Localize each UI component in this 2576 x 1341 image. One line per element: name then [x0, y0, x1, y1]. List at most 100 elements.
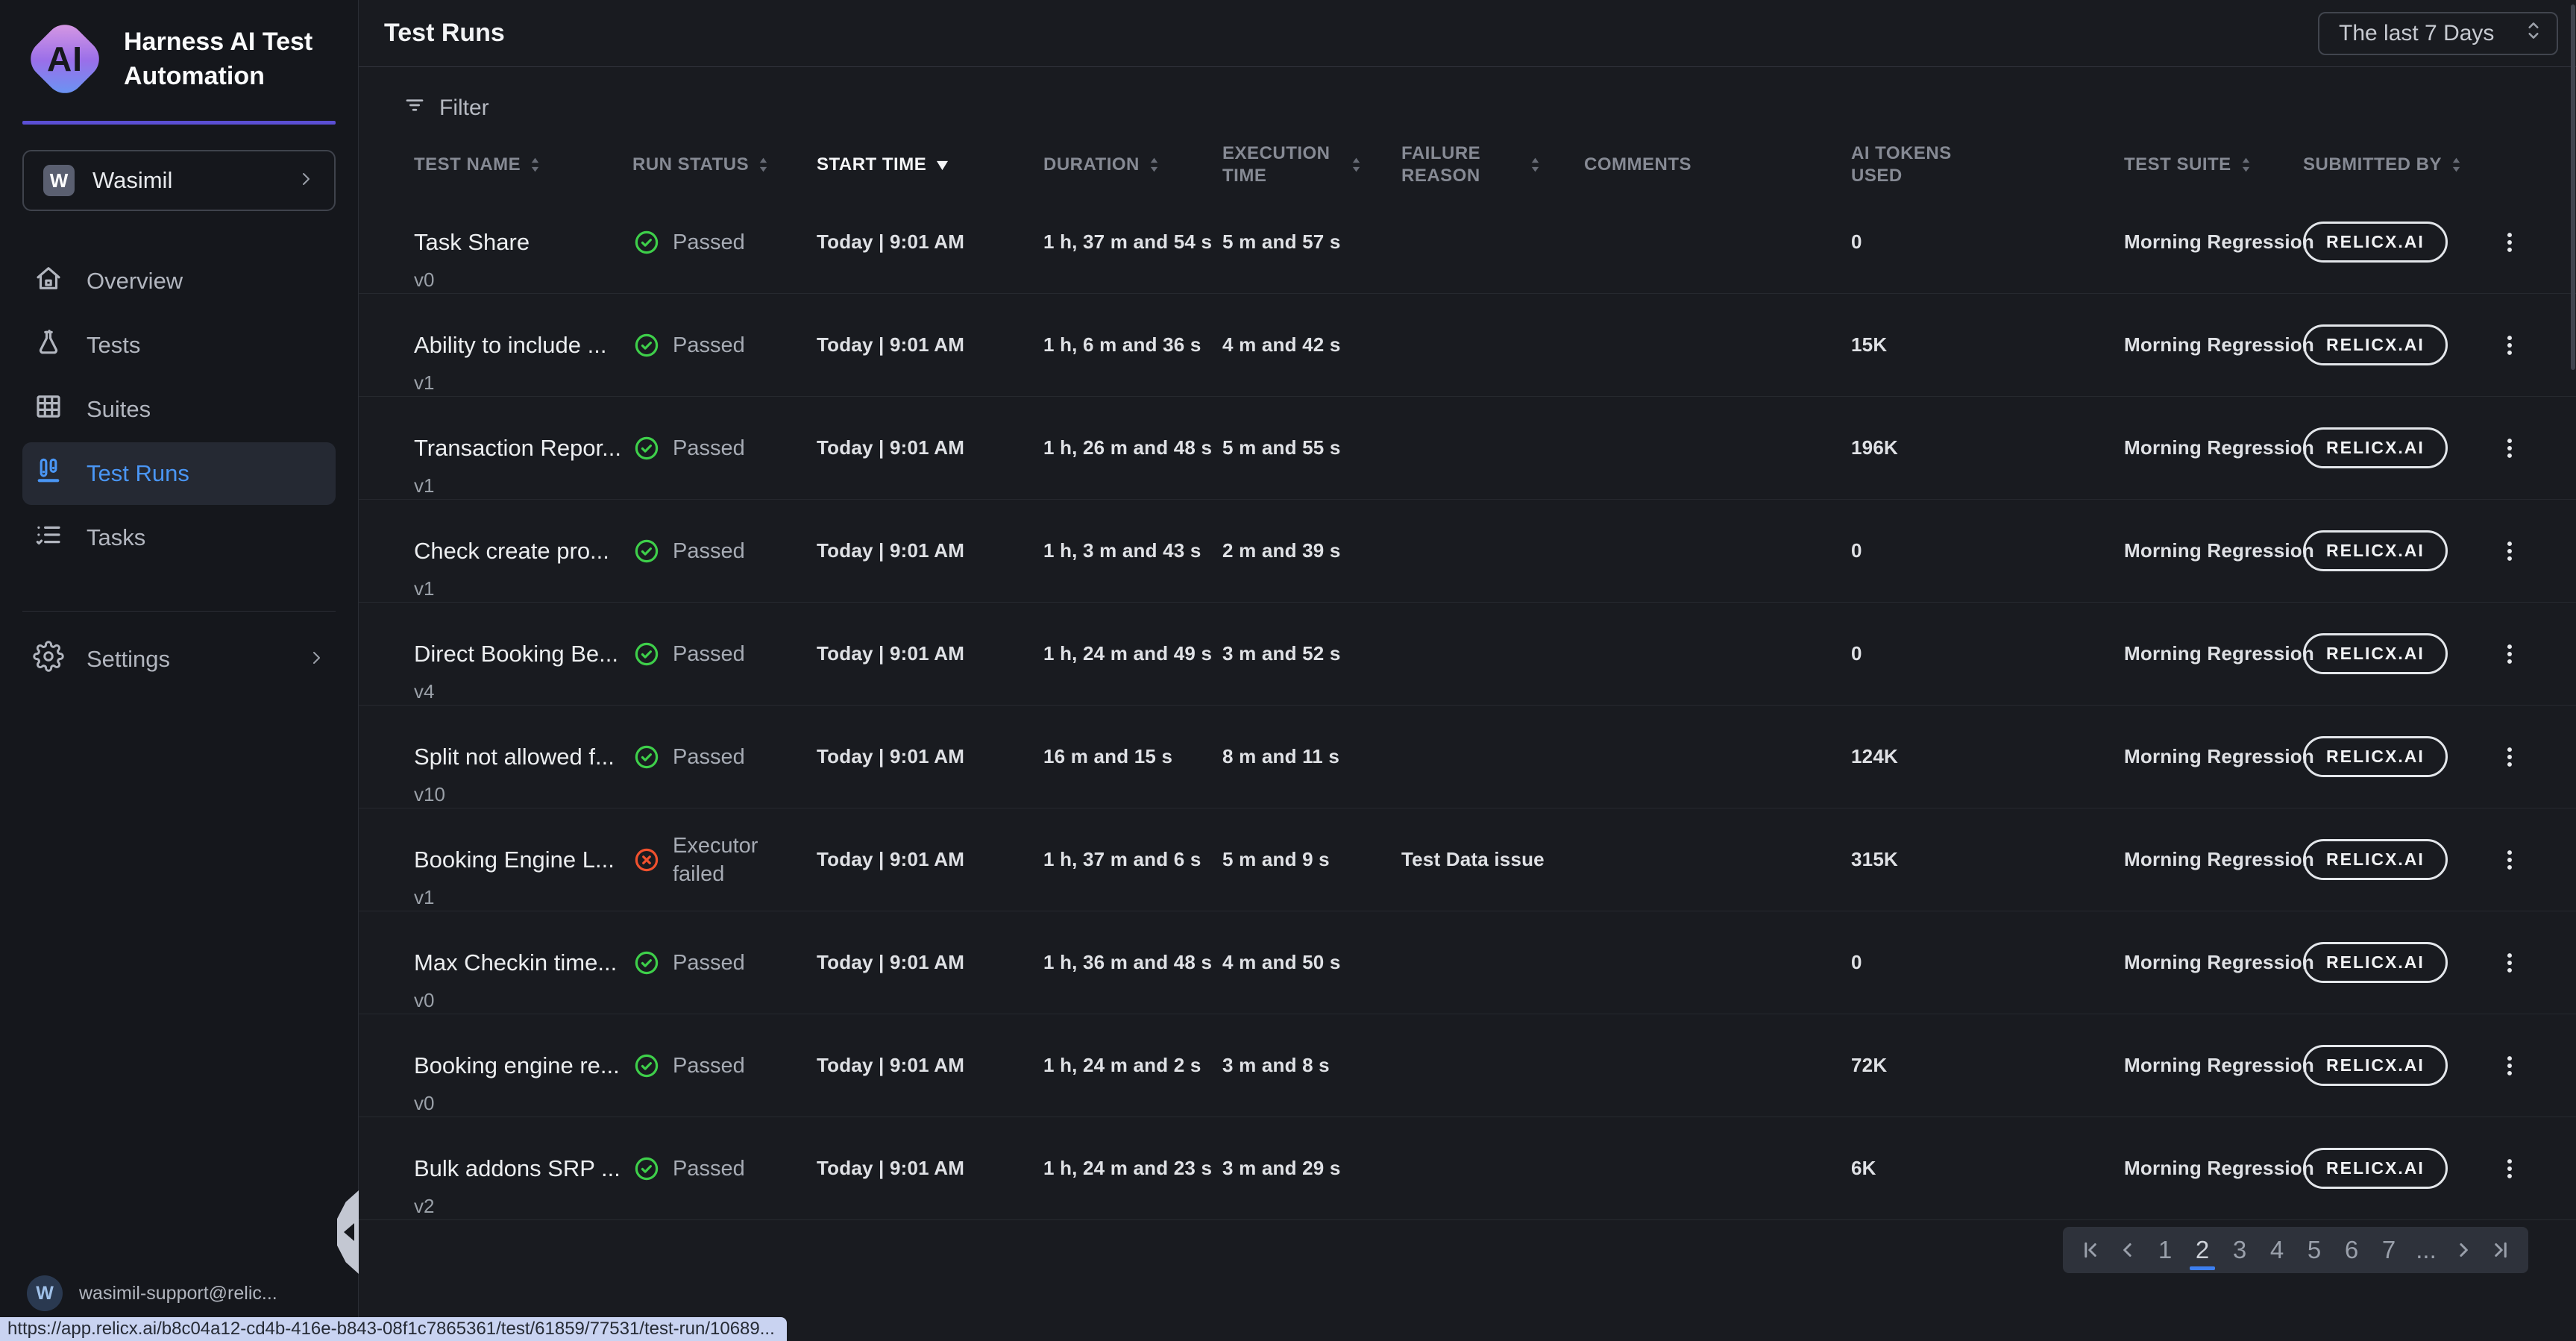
test-name-cell[interactable]: Max Checkin time...v0 — [414, 911, 632, 1014]
sidebar-item-settings[interactable]: Settings — [22, 628, 336, 691]
test-name-link[interactable]: Ability to include ... — [414, 330, 606, 361]
table-row[interactable]: Booking Engine L...v1Executor failedToda… — [359, 808, 2576, 911]
duration-value: 1 h, 3 m and 43 s — [1043, 539, 1201, 562]
pagination-next-button[interactable] — [2446, 1227, 2481, 1273]
table-row[interactable]: Max Checkin time...v0PassedToday | 9:01 … — [359, 911, 2576, 1014]
execution-time-value: 4 m and 42 s — [1222, 333, 1340, 357]
test-name-cell[interactable]: Booking Engine L...v1 — [414, 808, 632, 911]
test-name-link[interactable]: Check create pro... — [414, 536, 609, 567]
test-name-cell[interactable]: Ability to include ...v1 — [414, 294, 632, 396]
duration-cell: 1 h, 24 m and 23 s — [1043, 1117, 1222, 1219]
column-header-test-suite[interactable]: TEST SUITE — [2124, 154, 2303, 176]
prev-page-icon — [2117, 1239, 2139, 1261]
row-menu-button[interactable] — [2491, 1150, 2528, 1187]
table-row[interactable]: Direct Booking Be...v4PassedToday | 9:01… — [359, 603, 2576, 706]
run-status-label: Passed — [673, 1155, 745, 1183]
row-actions-cell — [2491, 808, 2558, 911]
table-row[interactable]: Task Sharev0PassedToday | 9:01 AM1 h, 37… — [359, 191, 2576, 294]
test-name-link[interactable]: Booking Engine L... — [414, 844, 615, 876]
pagination-page-2[interactable]: 2 — [2185, 1227, 2220, 1273]
pagination-last-button[interactable] — [2484, 1227, 2518, 1273]
submitted-by-badge: RELICX.AI — [2303, 633, 2448, 674]
account-switcher[interactable]: W Wasimil — [22, 150, 336, 211]
table-row[interactable]: Ability to include ...v1PassedToday | 9:… — [359, 294, 2576, 397]
sidebar-user[interactable]: W wasimil-support@relic... — [27, 1275, 277, 1311]
column-header-submitted-by[interactable]: SUBMITTED BY — [2303, 154, 2491, 176]
gear-icon — [33, 641, 64, 678]
row-actions-cell — [2491, 911, 2558, 1014]
pagination-page-1[interactable]: 1 — [2148, 1227, 2182, 1273]
ai-tokens-value: 196K — [1851, 436, 1898, 459]
test-name-cell[interactable]: Direct Booking Be...v4 — [414, 603, 632, 705]
table-row[interactable]: Transaction Repor...v1PassedToday | 9:01… — [359, 397, 2576, 500]
test-name-link[interactable]: Split not allowed f... — [414, 741, 615, 773]
row-actions-cell — [2491, 603, 2558, 705]
test-suite-cell: Morning Regression — [2124, 191, 2303, 293]
row-menu-button[interactable] — [2491, 738, 2528, 776]
test-name-link[interactable]: Bulk addons SRP ... — [414, 1153, 621, 1184]
row-menu-button[interactable] — [2491, 224, 2528, 261]
sidebar-item-test-runs[interactable]: Test Runs — [22, 442, 336, 505]
sidebar-item-tasks[interactable]: Tasks — [22, 506, 336, 569]
test-name-cell[interactable]: Task Share v0 — [414, 191, 632, 293]
date-range-select[interactable]: The last 7 Days — [2318, 12, 2558, 55]
start-time-cell: Today | 9:01 AM — [817, 1117, 1043, 1219]
row-menu-button[interactable] — [2491, 533, 2528, 570]
table-row[interactable]: Split not allowed f...v10PassedToday | 9… — [359, 706, 2576, 808]
duration-cell: 1 h, 37 m and 6 s — [1043, 808, 1222, 911]
filter-button[interactable]: Filter — [403, 89, 530, 127]
sort-arrows-icon — [758, 155, 769, 175]
test-name-cell[interactable]: Check create pro...v1 — [414, 500, 632, 602]
home-icon — [33, 263, 64, 300]
duration-value: 1 h, 26 m and 48 s — [1043, 436, 1212, 459]
pagination-page-6[interactable]: 6 — [2334, 1227, 2369, 1273]
execution-time-value: 5 m and 9 s — [1222, 848, 1330, 871]
column-header-execution-time[interactable]: EXECUTION TIME — [1222, 142, 1401, 187]
test-name-cell[interactable]: Split not allowed f... v10 — [414, 706, 632, 808]
pagination-first-button[interactable] — [2073, 1227, 2108, 1273]
column-header-start-time[interactable]: START TIME — [817, 154, 1043, 176]
pagination-page-4[interactable]: 4 — [2260, 1227, 2294, 1273]
test-version: v0 — [414, 267, 434, 292]
test-version: v10 — [414, 782, 445, 807]
account-avatar: W — [43, 165, 75, 196]
table-row[interactable]: Bulk addons SRP ...v2 Passed Today | 9:01 … — [359, 1117, 2576, 1220]
ai-tokens-value: 0 — [1851, 951, 1862, 974]
sidebar-item-overview[interactable]: Overview — [22, 250, 336, 313]
duration-value: 1 h, 24 m and 49 s — [1043, 642, 1212, 665]
column-header-failure-reason[interactable]: FAILURE REASON — [1401, 142, 1584, 187]
ai-tokens-cell: 0 — [1851, 191, 2124, 293]
row-menu-button[interactable] — [2491, 430, 2528, 467]
column-header-run-status[interactable]: RUN STATUS — [632, 154, 817, 176]
row-menu-button[interactable] — [2491, 944, 2528, 982]
table-row[interactable]: Booking engine re...v0PassedToday | 9:01… — [359, 1014, 2576, 1117]
filter-label: Filter — [439, 95, 489, 121]
column-header-test-name[interactable]: TEST NAME — [414, 154, 632, 176]
pagination-page-7[interactable]: 7 — [2372, 1227, 2406, 1273]
sidebar-item-tests[interactable]: Tests — [22, 314, 336, 377]
test-name-link[interactable]: Transaction Repor... — [414, 433, 621, 464]
test-suite-value: Morning Regression — [2124, 642, 2314, 665]
row-menu-button[interactable] — [2491, 1047, 2528, 1084]
row-menu-button[interactable] — [2491, 327, 2528, 364]
test-name-cell[interactable]: Transaction Repor...v1 — [414, 397, 632, 499]
test-name-link[interactable]: Direct Booking Be... — [414, 638, 618, 670]
test-name-link[interactable]: Booking engine re... — [414, 1050, 620, 1081]
table-row[interactable]: Check create pro...v1PassedToday | 9:01 … — [359, 500, 2576, 603]
test-name-cell[interactable]: Booking engine re...v0 — [414, 1014, 632, 1117]
pagination-page-5[interactable]: 5 — [2297, 1227, 2331, 1273]
row-menu-button[interactable] — [2491, 841, 2528, 879]
test-name-cell[interactable]: Bulk addons SRP ...v2 — [414, 1117, 632, 1219]
submitted-by-cell: RELICX.AI — [2303, 603, 2491, 705]
test-name-link[interactable]: Task Share — [414, 227, 530, 258]
execution-time-cell: 3 m and 29 s — [1222, 1117, 1401, 1219]
run-status-cell: Executor failed — [632, 808, 817, 911]
kebab-menu-icon — [2497, 230, 2522, 255]
pagination-prev-button[interactable] — [2111, 1227, 2145, 1273]
vertical-scrollbar[interactable] — [2571, 4, 2575, 370]
row-menu-button[interactable] — [2491, 635, 2528, 673]
test-name-link[interactable]: Max Checkin time... — [414, 947, 617, 979]
sidebar-item-suites[interactable]: Suites — [22, 378, 336, 441]
column-header-duration[interactable]: DURATION — [1043, 154, 1222, 176]
pagination-page-3[interactable]: 3 — [2222, 1227, 2257, 1273]
